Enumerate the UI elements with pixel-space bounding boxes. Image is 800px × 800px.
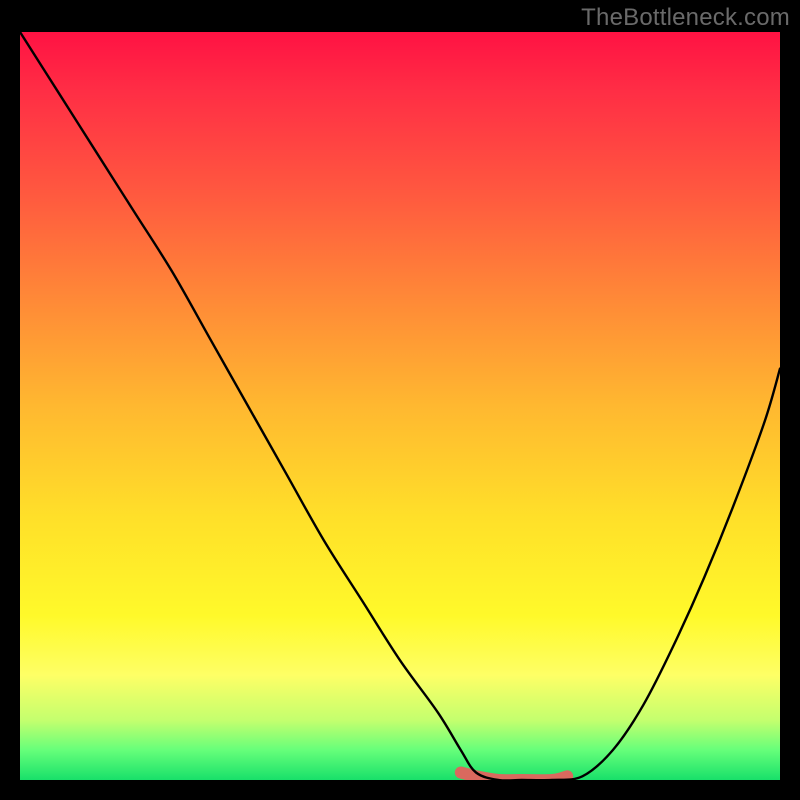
bottleneck-curve — [20, 32, 780, 780]
curve-layer — [20, 32, 780, 780]
plot-area — [20, 32, 780, 780]
watermark: TheBottleneck.com — [581, 4, 790, 32]
bottleneck-chart: TheBottleneck.com — [0, 0, 800, 800]
